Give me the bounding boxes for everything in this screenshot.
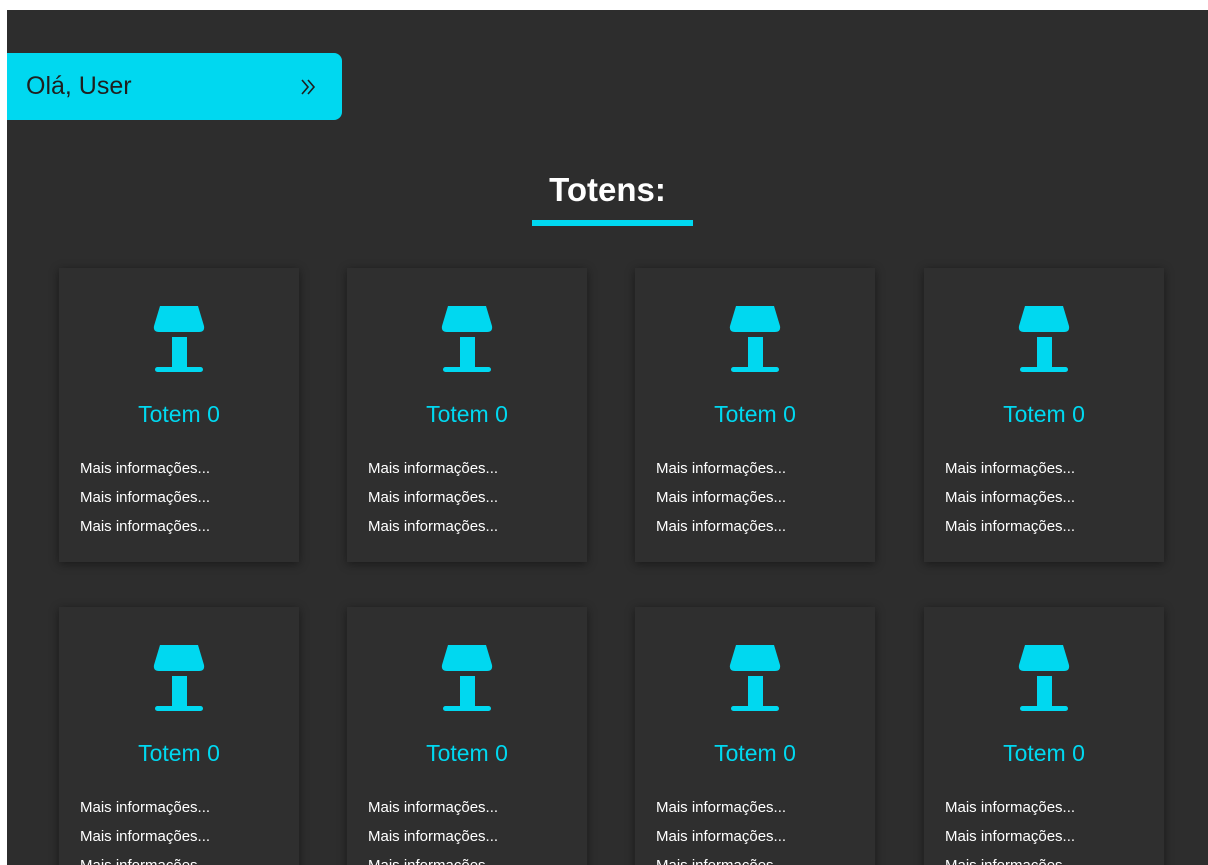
info-line: Mais informações... [656,489,787,506]
totem-lamp-icon [729,306,781,372]
double-chevron-right-icon[interactable] [297,76,319,98]
title-underline [532,220,693,226]
totem-info: Mais informações... Mais informações... … [945,454,1075,541]
totem-name: Totem 0 [1003,401,1085,427]
totem-card[interactable]: Totem 0 Mais informações... Mais informa… [59,607,299,865]
info-line: Mais informações... [945,828,1076,845]
info-line: Mais informações... [80,460,211,477]
info-line: Mais informações... [945,799,1076,816]
totem-card[interactable]: Totem 0 Mais informações... Mais informa… [59,268,299,562]
user-menu-bar[interactable]: Olá, User [7,53,342,120]
totem-lamp-icon [153,645,205,711]
totem-name: Totem 0 [138,401,220,427]
greeting-text: Olá, User [26,72,132,100]
info-line: Mais informações... [368,828,499,845]
totem-info: Mais informações... Mais informações... … [656,454,786,541]
totem-card[interactable]: Totem 0 Mais informações... Mais informa… [347,268,587,562]
totem-info: Mais informações... Mais informações... … [80,793,210,865]
totem-name: Totem 0 [138,740,220,766]
info-line: Mais informações... [368,489,499,506]
totem-lamp-icon [441,645,493,711]
info-line: Mais informações... [945,489,1076,506]
totem-lamp-icon [729,645,781,711]
info-line: Mais informações... [80,518,211,535]
info-line: Mais informações... [945,460,1076,477]
totem-card[interactable]: Totem 0 Mais informações... Mais informa… [635,607,875,865]
totem-card[interactable]: Totem 0 Mais informações... Mais informa… [347,607,587,865]
info-line: Mais informações... [945,851,1075,865]
totem-info: Mais informações... Mais informações... … [368,793,498,865]
info-line: Mais informações... [656,828,787,845]
totem-info: Mais informações... Mais informações... … [80,454,210,541]
totem-name: Totem 0 [714,740,796,766]
page-title: Totens: [549,171,666,208]
totem-lamp-icon [1018,306,1070,372]
totem-card[interactable]: Totem 0 Mais informações... Mais informa… [635,268,875,562]
info-line: Mais informações... [368,518,499,535]
totem-name: Totem 0 [714,401,796,427]
app-window: Olá, User Totens: Totem 0 Mais informaçõ… [7,10,1208,865]
info-line: Mais informações... [80,799,211,816]
info-line: Mais informações... [656,851,786,865]
info-line: Mais informações... [80,851,210,865]
totem-info: Mais informações... Mais informações... … [945,793,1075,865]
totem-card[interactable]: Totem 0 Mais informações... Mais informa… [924,607,1164,865]
totem-info: Mais informações... Mais informações... … [368,454,498,541]
totem-lamp-icon [1018,645,1070,711]
totem-lamp-icon [153,306,205,372]
info-line: Mais informações... [945,518,1076,535]
info-line: Mais informações... [368,799,499,816]
info-line: Mais informações... [656,799,787,816]
totem-name: Totem 0 [426,401,508,427]
totem-lamp-icon [441,306,493,372]
info-line: Mais informações... [80,828,211,845]
info-line: Mais informações... [368,460,499,477]
info-line: Mais informações... [656,460,787,477]
info-line: Mais informações... [656,518,787,535]
totem-name: Totem 0 [426,740,508,766]
totem-info: Mais informações... Mais informações... … [656,793,786,865]
info-line: Mais informações... [368,851,498,865]
info-line: Mais informações... [80,489,211,506]
totem-card[interactable]: Totem 0 Mais informações... Mais informa… [924,268,1164,562]
totem-name: Totem 0 [1003,740,1085,766]
